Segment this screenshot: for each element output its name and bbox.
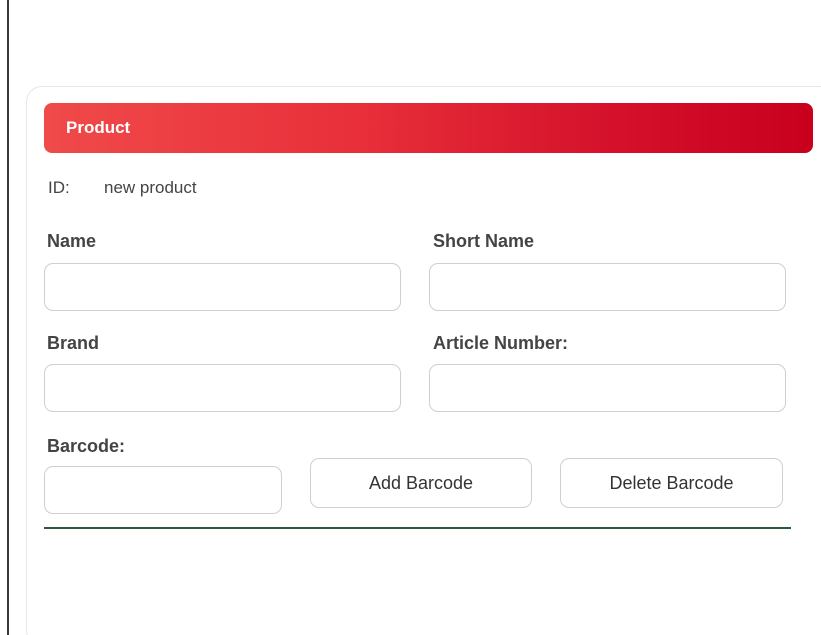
barcode-input[interactable] [44,466,282,514]
name-input[interactable] [44,263,401,311]
panel-title: Product [66,118,131,137]
section-divider [44,527,791,529]
barcode-label: Barcode: [47,436,126,456]
name-label: Name [47,231,97,251]
short-name-label: Short Name [433,231,535,251]
article-number-input[interactable] [429,364,786,412]
panel-header: Product [44,103,813,153]
id-row: ID: new product [48,178,197,198]
brand-input[interactable] [44,364,401,412]
brand-label: Brand [47,333,100,353]
id-label: ID: [48,178,70,197]
page: Product ID: new product Name Short Name … [0,0,821,635]
add-barcode-button[interactable]: Add Barcode [310,458,532,508]
product-card [26,86,821,635]
short-name-input[interactable] [429,263,786,311]
window-edge [7,0,9,635]
article-number-label: Article Number: [433,333,569,353]
id-value: new product [104,178,197,197]
delete-barcode-button[interactable]: Delete Barcode [560,458,783,508]
